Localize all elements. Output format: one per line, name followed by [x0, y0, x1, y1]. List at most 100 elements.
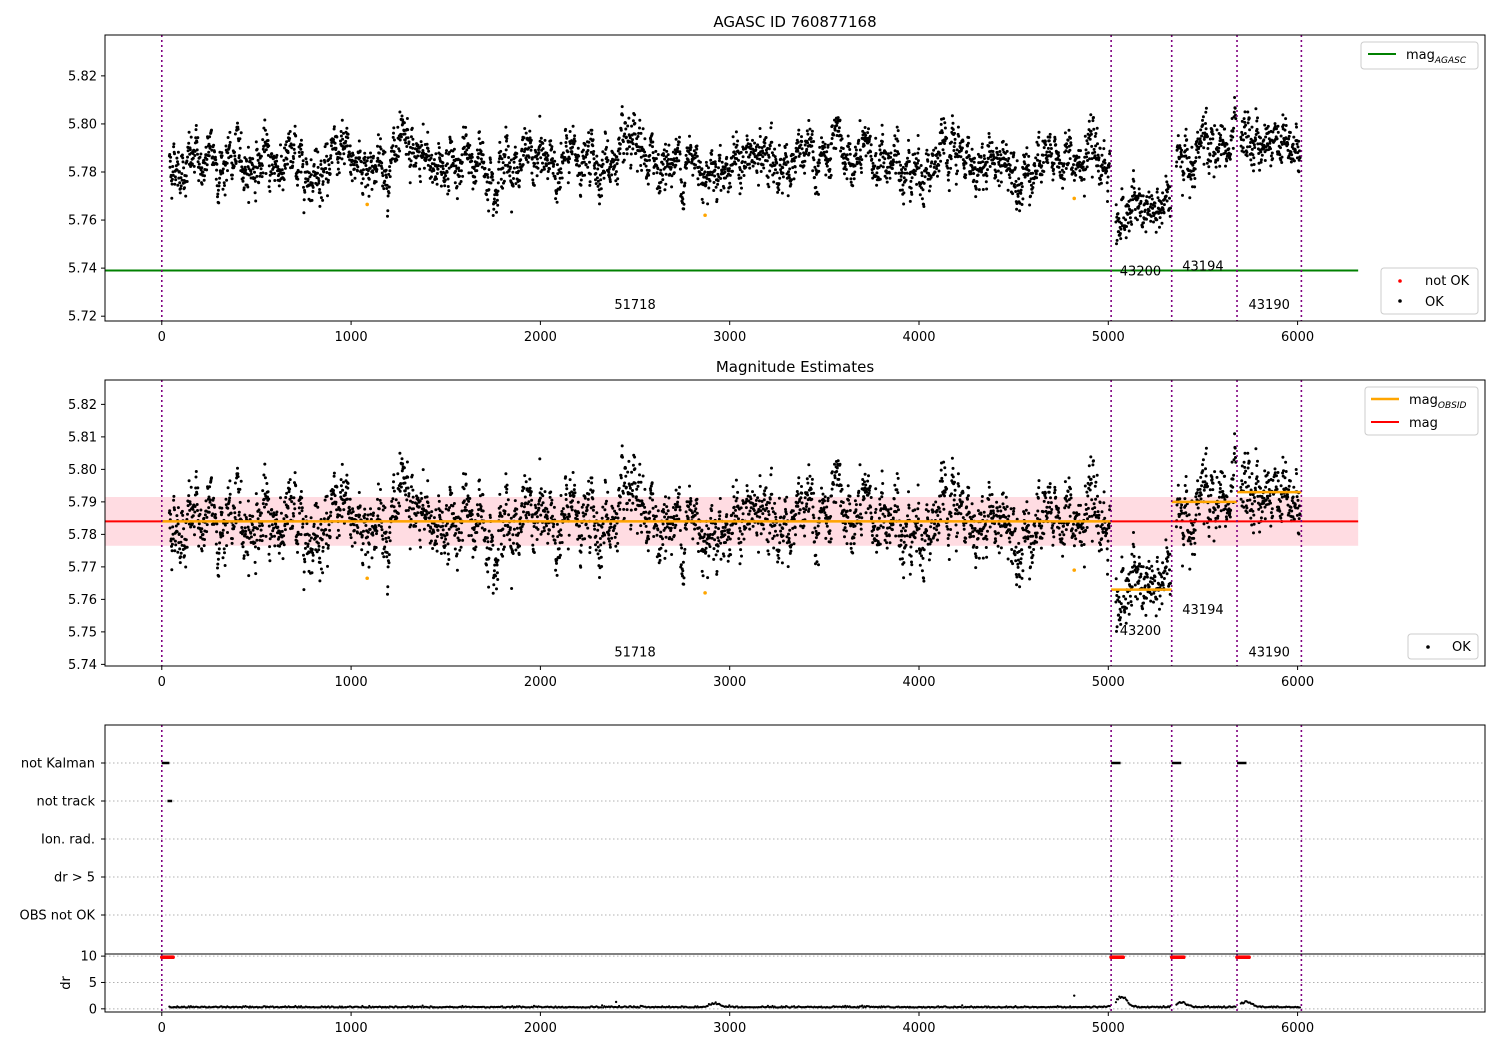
ok-point — [561, 151, 565, 155]
ok-point — [220, 154, 224, 158]
ok-point — [461, 174, 465, 178]
ok-point — [799, 143, 803, 147]
ok-point — [621, 140, 625, 144]
ok-point — [270, 508, 274, 511]
ok-point — [185, 159, 189, 163]
ok-point — [419, 545, 422, 549]
ok-point — [1292, 135, 1296, 139]
ok-point — [380, 528, 384, 532]
ok-point — [655, 171, 659, 175]
ok-point — [181, 160, 185, 164]
ok-point — [360, 181, 364, 185]
ok-point — [1042, 161, 1045, 164]
ok-point — [414, 524, 418, 528]
ok-point — [972, 172, 976, 175]
ok-point — [802, 164, 806, 168]
ok-point — [839, 149, 843, 153]
ok-point — [316, 534, 319, 538]
ok-point — [375, 168, 379, 171]
ok-point — [909, 179, 913, 183]
ok-point — [1095, 126, 1099, 130]
ok-point — [230, 537, 234, 541]
ok-point — [727, 167, 731, 171]
ok-point — [1220, 125, 1224, 128]
ok-point — [546, 154, 550, 157]
ok-point — [405, 460, 409, 464]
ok-point — [199, 508, 203, 512]
ok-point — [261, 147, 265, 151]
ok-point — [427, 149, 431, 153]
ok-point — [764, 136, 768, 139]
ok-point — [340, 118, 344, 122]
ok-point — [608, 180, 612, 184]
ok-point — [298, 511, 302, 515]
ok-point — [734, 130, 738, 134]
ok-point — [379, 488, 382, 491]
ok-point — [241, 179, 245, 183]
ok-point — [816, 164, 820, 168]
ok-point — [1202, 162, 1206, 166]
ok-point — [216, 192, 220, 196]
ok-point — [387, 553, 391, 557]
ok-point — [398, 138, 402, 142]
ok-point — [874, 152, 878, 155]
ok-point — [954, 182, 958, 186]
obsid-label: 43200 — [1120, 264, 1161, 279]
ok-point — [707, 166, 710, 170]
ok-point — [221, 556, 225, 560]
ok-point — [178, 181, 182, 185]
ok-point — [175, 514, 179, 518]
ok-point — [565, 136, 569, 140]
ok-point — [362, 168, 365, 172]
ok-point — [1010, 181, 1014, 185]
ok-point — [874, 136, 878, 140]
ok-point — [885, 176, 889, 180]
ok-point — [364, 524, 368, 527]
ok-point — [594, 182, 598, 186]
ok-point — [525, 516, 528, 520]
ok-point — [522, 136, 526, 140]
ok-point — [714, 165, 718, 169]
ok-point — [349, 172, 353, 176]
ok-point — [741, 160, 744, 164]
ok-point — [633, 121, 637, 125]
ok-point — [731, 169, 734, 173]
ok-point — [515, 166, 519, 169]
ok-point — [364, 553, 368, 557]
ok-point — [344, 491, 348, 495]
ok-point — [492, 197, 496, 201]
ok-point — [306, 542, 310, 546]
ok-point — [392, 505, 396, 509]
ok-point — [202, 158, 206, 162]
ok-point — [1262, 138, 1266, 142]
ok-point — [662, 154, 666, 157]
ok-point — [1201, 118, 1204, 122]
ok-point — [767, 185, 771, 189]
ok-point — [485, 193, 488, 197]
ok-point — [1252, 163, 1256, 166]
ok-point — [942, 151, 946, 155]
ok-point — [1008, 176, 1012, 180]
ok-point — [453, 181, 457, 185]
ok-point — [1250, 147, 1254, 151]
ok-point — [489, 161, 493, 164]
ok-point — [496, 203, 500, 207]
ok-point — [567, 171, 571, 175]
ok-point — [245, 550, 249, 554]
ok-point — [754, 148, 758, 152]
ok-point — [844, 168, 848, 171]
ok-point — [1024, 152, 1028, 156]
ok-point — [172, 145, 176, 149]
legend-agasc: magAGASC — [1360, 41, 1479, 70]
ok-point — [174, 543, 178, 547]
ok-point — [1197, 155, 1201, 159]
ok-point — [183, 186, 186, 190]
ok-point — [318, 561, 322, 564]
ok-point — [419, 180, 422, 184]
ok-point — [316, 505, 320, 509]
ok-point — [179, 540, 183, 544]
ok-point — [273, 544, 277, 548]
ok-point — [232, 525, 236, 529]
ok-point — [510, 587, 514, 590]
ok-point — [178, 547, 182, 551]
